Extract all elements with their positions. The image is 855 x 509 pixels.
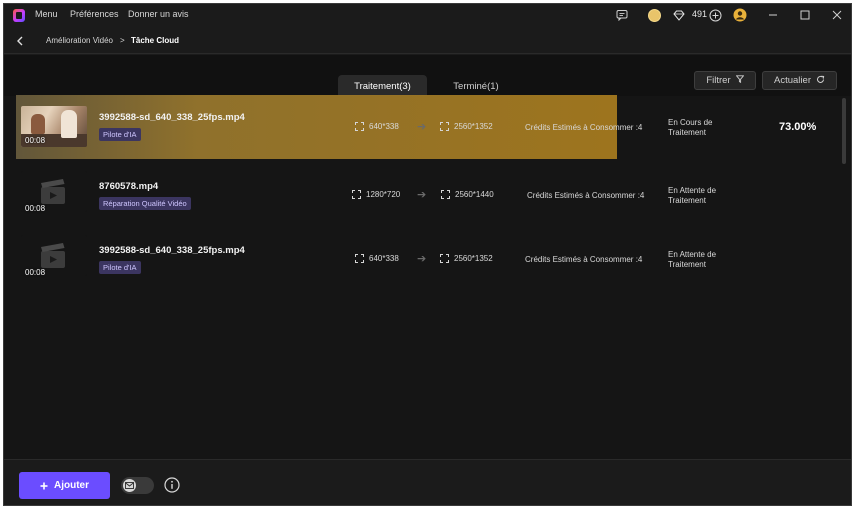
estimated-credits: Crédits Estimés à Consommer :4: [525, 255, 643, 264]
app-logo: [13, 9, 25, 22]
close-button[interactable]: [828, 7, 846, 23]
app-window: Menu Préférences Donner un avis 491 Amél…: [3, 3, 852, 506]
menu-menu[interactable]: Menu: [35, 9, 58, 19]
tab-done[interactable]: Terminé(1): [436, 75, 516, 97]
avatar-icon[interactable]: [733, 8, 747, 22]
add-label: Ajouter: [54, 480, 89, 491]
chat-icon[interactable]: [615, 8, 629, 22]
email-notification-toggle[interactable]: [121, 477, 154, 494]
status-line-1: En Attente de: [668, 186, 717, 195]
minimize-button[interactable]: [764, 7, 782, 23]
status-line-1: En Cours de: [668, 118, 713, 127]
filter-icon: [735, 75, 745, 86]
refresh-icon: [816, 75, 825, 87]
menu-preferences[interactable]: Préférences: [70, 9, 119, 19]
task-row[interactable]: 00:08 3992588-sd_640_338_25fps.mp4 Pilot…: [4, 224, 839, 288]
tab-processing[interactable]: Traitement(3): [338, 75, 427, 97]
arrow-right-icon: ➔: [417, 189, 427, 201]
expand-icon: [441, 190, 450, 199]
breadcrumb-parent[interactable]: Amélioration Vidéo: [46, 36, 113, 45]
title-bar: Menu Préférences Donner un avis 491: [4, 4, 851, 26]
breadcrumb: Amélioration Vidéo > Tâche Cloud: [4, 28, 851, 54]
model-tag: Pilote d'IA: [99, 261, 141, 274]
footer: Ajouter: [4, 459, 851, 505]
back-arrow-icon[interactable]: [13, 34, 27, 48]
source-resolution: 1280*720: [352, 190, 400, 199]
diamond-icon: [672, 8, 686, 22]
target-resolution: 2560*1352: [440, 254, 493, 263]
refresh-label: Actualier: [774, 75, 811, 86]
arrow-right-icon: ➔: [417, 121, 427, 133]
status-line-2: Traitement: [668, 196, 706, 205]
target-resolution-value: 2560*1352: [454, 254, 493, 263]
breadcrumb-current: Tâche Cloud: [131, 36, 180, 45]
source-resolution: 640*338: [355, 122, 399, 131]
filter-button[interactable]: Filtrer: [694, 71, 756, 90]
credits-count: 491: [692, 9, 708, 19]
plus-icon: [40, 482, 48, 489]
maximize-button[interactable]: [796, 7, 814, 23]
estimated-credits: Crédits Estimés à Consommer :4: [525, 123, 643, 132]
status-line-2: Traitement: [668, 128, 706, 137]
refresh-button[interactable]: Actualier: [762, 71, 837, 90]
add-button[interactable]: Ajouter: [19, 472, 110, 499]
source-resolution-value: 640*338: [369, 254, 399, 263]
file-name: 8760578.mp4: [99, 181, 159, 192]
file-name: 3992588-sd_640_338_25fps.mp4: [99, 245, 245, 256]
expand-icon: [440, 122, 449, 131]
menu-feedback[interactable]: Donner un avis: [128, 9, 189, 19]
expand-icon: [355, 254, 364, 263]
plus-circle-icon[interactable]: [708, 8, 722, 22]
target-resolution-value: 2560*1440: [455, 190, 494, 199]
duration: 00:08: [25, 204, 46, 213]
expand-icon: [355, 122, 364, 131]
breadcrumb-separator: >: [120, 36, 125, 45]
status-line-2: Traitement: [668, 260, 706, 269]
duration: 00:08: [25, 268, 46, 277]
task-row[interactable]: 00:08 3992588-sd_640_338_25fps.mp4 Pilot…: [4, 95, 839, 159]
source-resolution-value: 1280*720: [366, 190, 401, 199]
model-tag: Pilote d'IA: [99, 128, 141, 141]
source-resolution-value: 640*338: [369, 122, 399, 131]
crown-icon[interactable]: [647, 8, 661, 22]
target-resolution: 2560*1352: [440, 122, 493, 131]
target-resolution-value: 2560*1352: [454, 122, 493, 131]
progress-percent: 73.00%: [779, 121, 817, 133]
duration: 00:08: [25, 136, 46, 145]
status-line-1: En Attente de: [668, 250, 717, 259]
arrow-right-icon: ➔: [417, 253, 427, 265]
filter-label: Filtrer: [706, 75, 731, 86]
scrollbar[interactable]: [842, 98, 846, 164]
expand-icon: [352, 190, 361, 199]
target-resolution: 2560*1440: [441, 190, 494, 199]
source-resolution: 640*338: [355, 254, 399, 263]
expand-icon: [440, 254, 449, 263]
task-row[interactable]: 00:08 8760578.mp4 Réparation Qualité Vid…: [4, 160, 839, 224]
email-toggle-icon: [123, 479, 136, 492]
file-name: 3992588-sd_640_338_25fps.mp4: [99, 112, 245, 123]
model-tag: Réparation Qualité Vidéo: [99, 197, 191, 210]
info-icon[interactable]: [164, 477, 180, 493]
estimated-credits: Crédits Estimés à Consommer :4: [527, 191, 645, 200]
